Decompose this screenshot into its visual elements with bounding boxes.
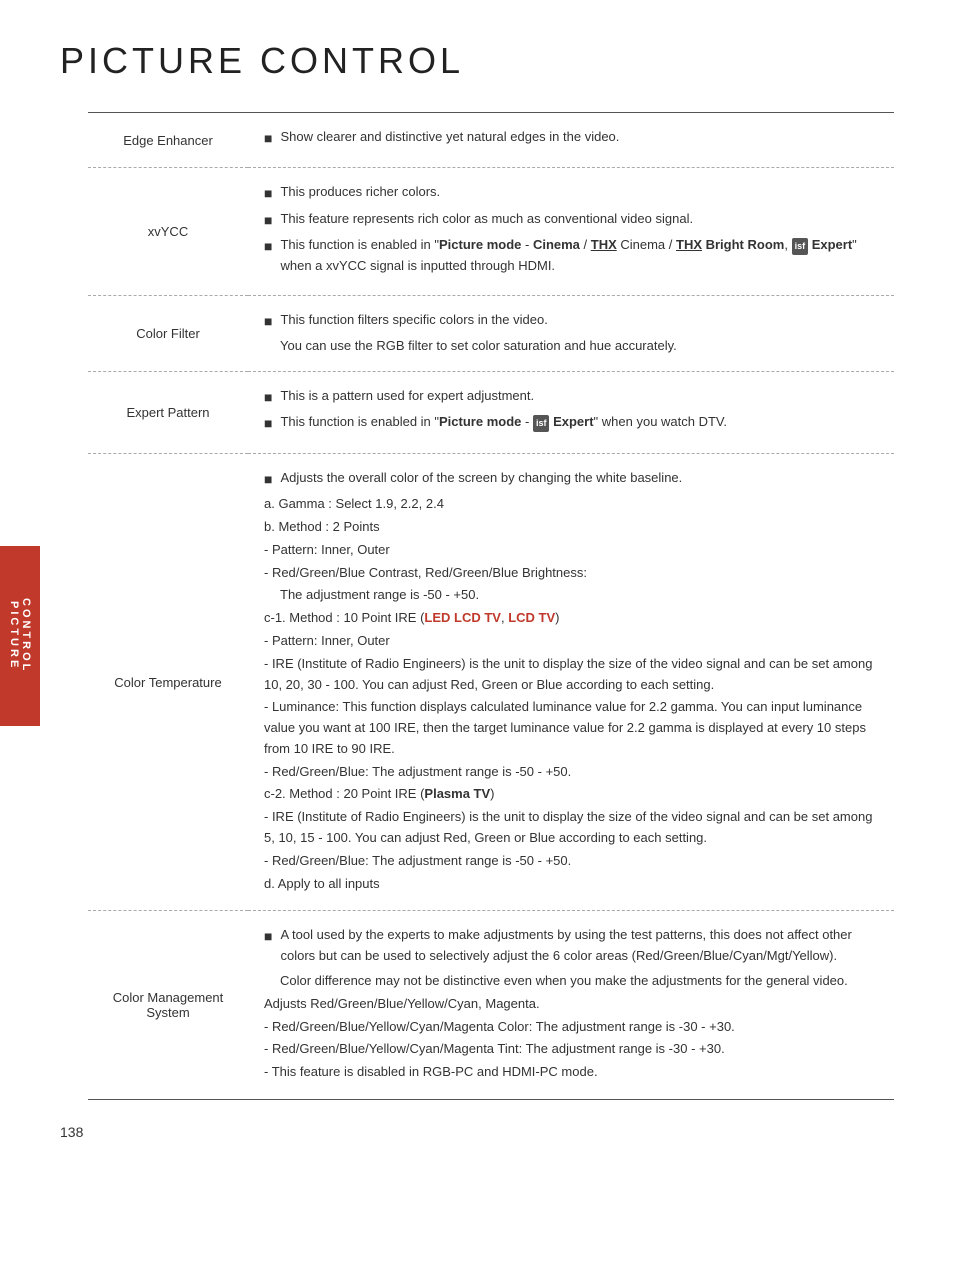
bullet-icon: ■: [264, 209, 272, 231]
table-row: Color Temperature ■Adjusts the overall co…: [88, 453, 894, 911]
list-item: ■A tool used by the experts to make adju…: [264, 925, 878, 967]
plain-text: - Red/Green/Blue/Yellow/Cyan/Magenta Col…: [264, 1017, 878, 1038]
plain-text: - This feature is disabled in RGB-PC and…: [264, 1062, 878, 1083]
list-item: ■This is a pattern used for expert adjus…: [264, 386, 878, 408]
list-item: ■This function filters specific colors i…: [264, 310, 878, 332]
list-item: ■This produces richer colors.: [264, 182, 878, 204]
table-row: Color Filter ■This function filters speci…: [88, 295, 894, 371]
row-label: Edge Enhancer: [88, 113, 248, 168]
row-label: Color Temperature: [88, 453, 248, 911]
bullet-icon: ■: [264, 412, 272, 434]
plain-text: - Pattern: Inner, Outer: [264, 631, 878, 652]
list-item: ■Adjusts the overall color of the screen…: [264, 468, 878, 490]
row-content: ■This function filters specific colors i…: [248, 295, 894, 371]
plain-text: - Red/Green/Blue/Yellow/Cyan/Magenta Tin…: [264, 1039, 878, 1060]
plain-text: - IRE (Institute of Radio Engineers) is …: [264, 807, 878, 849]
plain-text: - Red/Green/Blue: The adjustment range i…: [264, 762, 878, 783]
row-label: Color ManagementSystem: [88, 911, 248, 1100]
list-item: ■This feature represents rich color as m…: [264, 209, 878, 231]
plain-text: b. Method : 2 Points: [264, 517, 878, 538]
indent-text: The adjustment range is -50 - +50.: [264, 585, 878, 606]
row-label: Color Filter: [88, 295, 248, 371]
row-label: Expert Pattern: [88, 371, 248, 453]
bullet-icon: ■: [264, 310, 272, 332]
list-item: ■This function is enabled in "Picture mo…: [264, 412, 878, 434]
indent-text: Color difference may not be distinctive …: [264, 971, 878, 992]
plain-text: Adjusts Red/Green/Blue/Yellow/Cyan, Mage…: [264, 994, 878, 1015]
plain-text: - Pattern: Inner, Outer: [264, 540, 878, 561]
isf-badge: isf: [533, 415, 550, 431]
plain-text: - Luminance: This function displays calc…: [264, 697, 878, 759]
bullet-icon: ■: [264, 182, 272, 204]
bullet-icon: ■: [264, 925, 272, 947]
indent-text: You can use the RGB filter to set color …: [264, 336, 878, 357]
bullet-icon: ■: [264, 468, 272, 490]
row-label: xvYCC: [88, 168, 248, 295]
isf-badge: isf: [792, 238, 809, 254]
plain-text: - IRE (Institute of Radio Engineers) is …: [264, 654, 878, 696]
main-table: Edge Enhancer ■Show clearer and distincti…: [88, 112, 894, 1100]
plain-text: d. Apply to all inputs: [264, 874, 878, 895]
plain-text: a. Gamma : Select 1.9, 2.2, 2.4: [264, 494, 878, 515]
table-row: xvYCC■This produces richer colors.■This …: [88, 168, 894, 295]
row-content: ■This is a pattern used for expert adjus…: [248, 371, 894, 453]
table-row: Expert Pattern ■This is a pattern used fo…: [88, 371, 894, 453]
table-row: Color ManagementSystem ■A tool used by th…: [88, 911, 894, 1100]
table-row: Edge Enhancer ■Show clearer and distincti…: [88, 113, 894, 168]
plain-text: - Red/Green/Blue: The adjustment range i…: [264, 851, 878, 872]
list-item: ■Show clearer and distinctive yet natura…: [264, 127, 878, 149]
bullet-icon: ■: [264, 127, 272, 149]
page-number: 138: [60, 1124, 83, 1140]
list-item: ■This function is enabled in "Picture mo…: [264, 235, 878, 277]
page-title: PICTURE CONTROL: [60, 40, 894, 82]
plain-text: - Red/Green/Blue Contrast, Red/Green/Blu…: [264, 563, 878, 584]
row-content: ■Adjusts the overall color of the screen…: [248, 453, 894, 911]
row-content: ■This produces richer colors. ■This featu…: [248, 168, 894, 295]
plain-rich-text: c-2. Method : 20 Point IRE (Plasma TV): [264, 784, 878, 805]
plain-rich-text: c-1. Method : 10 Point IRE (LED LCD TV, …: [264, 608, 878, 629]
bullet-icon: ■: [264, 386, 272, 408]
row-content: ■Show clearer and distinctive yet natura…: [248, 113, 894, 168]
bullet-icon: ■: [264, 235, 272, 257]
row-content: ■A tool used by the experts to make adju…: [248, 911, 894, 1100]
